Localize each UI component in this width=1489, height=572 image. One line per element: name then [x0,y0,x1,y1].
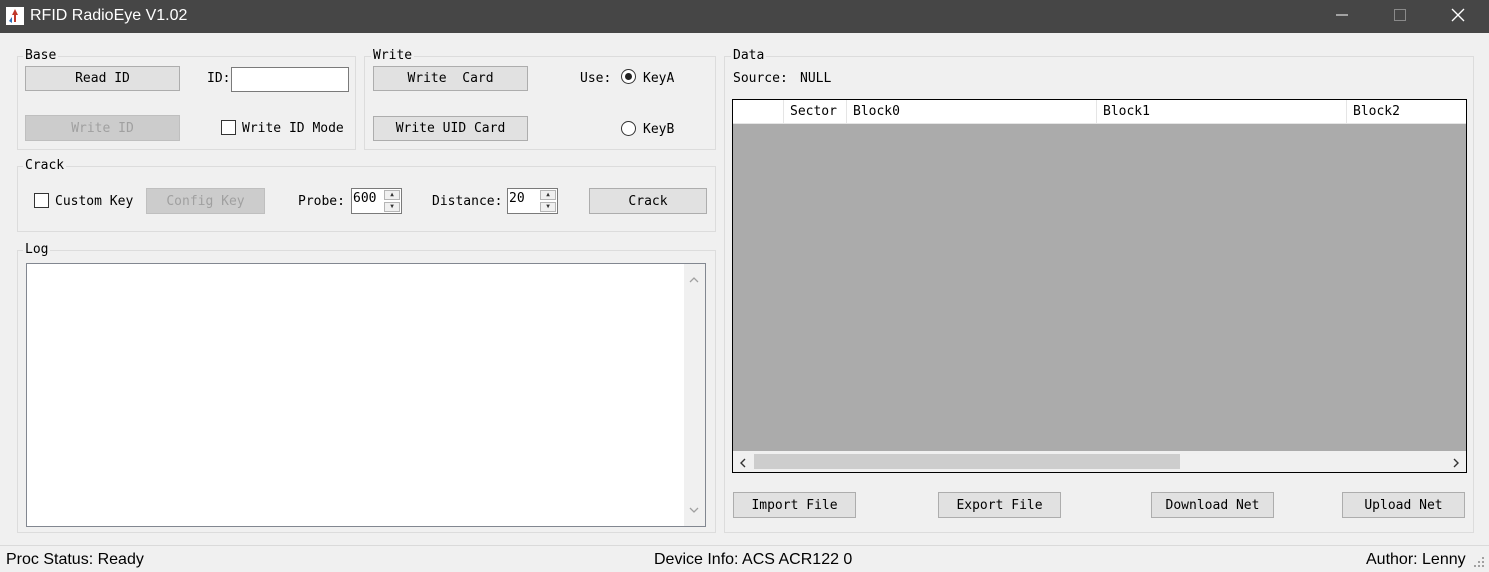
arrow-up-icon: ▲ [546,191,550,198]
title-bar[interactable]: RFID RadioEye V1.02 [0,0,1489,33]
data-group-label: Data [731,48,767,63]
arrow-down-icon: ▼ [390,203,394,210]
scroll-up-arrow-icon[interactable] [689,272,699,287]
read-id-button[interactable]: Read ID [25,66,180,91]
log-group-label: Log [23,242,51,257]
column-header-block1[interactable]: Block1 [1097,100,1347,124]
write-group-label: Write [371,48,415,63]
data-table[interactable]: Sector Block0 Block1 Block2 [732,99,1467,473]
export-file-button[interactable]: Export File [938,492,1061,518]
import-file-button[interactable]: Import File [733,492,856,518]
distance-label: Distance: [432,194,503,209]
config-key-button[interactable]: Config Key [146,188,265,214]
app-icon [6,7,24,25]
keyb-label: KeyB [643,122,675,137]
crack-button[interactable]: Crack [589,188,707,214]
probe-decrement-button[interactable]: ▼ [384,202,400,212]
write-id-mode-label: Write ID Mode [242,121,344,136]
base-group-label: Base [23,48,59,63]
table-horizontal-scrollbar[interactable] [733,451,1466,472]
column-header-sector[interactable]: Sector [784,100,847,124]
write-id-mode-checkbox[interactable] [221,120,236,135]
probe-label: Probe: [298,194,345,209]
use-label: Use: [580,71,612,86]
maximize-icon [1394,8,1406,25]
id-label: ID: [207,71,231,86]
keya-label: KeyA [643,71,675,86]
author-info: Author: Lenny [1366,551,1466,568]
distance-value[interactable]: 20 [509,191,525,206]
close-icon [1451,8,1465,26]
column-header-block2[interactable]: Block2 [1347,100,1466,124]
arrow-up-icon: ▲ [390,191,394,198]
source-value: NULL [800,71,832,86]
probe-value[interactable]: 600 [353,191,376,206]
distance-decrement-button[interactable]: ▼ [540,202,556,212]
log-textarea[interactable] [26,263,706,527]
arrow-down-icon: ▼ [546,203,550,210]
column-header-block0[interactable]: Block0 [847,100,1097,124]
resize-grip-icon[interactable] [1473,556,1485,572]
minimize-button[interactable] [1313,0,1371,33]
device-info: Device Info: ACS ACR122 0 [654,551,853,568]
write-id-button[interactable]: Write ID [25,115,180,141]
distance-spinner[interactable]: 20 ▲ ▼ [507,188,558,214]
scroll-left-arrow-icon[interactable] [739,457,746,472]
window-title: RFID RadioEye V1.02 [30,7,188,24]
table-header: Sector Block0 Block1 Block2 [733,100,1466,124]
maximize-button[interactable] [1371,0,1429,33]
status-bar: Proc Status: Ready Device Info: ACS ACR1… [0,545,1489,572]
keya-radio[interactable] [621,69,636,84]
download-net-button[interactable]: Download Net [1151,492,1274,518]
scrollbar-thumb[interactable] [754,454,1180,469]
id-input[interactable] [231,67,349,92]
scroll-right-arrow-icon[interactable] [1453,457,1460,472]
distance-increment-button[interactable]: ▲ [540,190,556,200]
custom-key-label: Custom Key [55,194,134,209]
probe-increment-button[interactable]: ▲ [384,190,400,200]
scroll-down-arrow-icon[interactable] [689,503,699,518]
close-button[interactable] [1429,0,1487,33]
crack-group-label: Crack [23,158,67,173]
custom-key-checkbox[interactable] [34,193,49,208]
upload-net-button[interactable]: Upload Net [1342,492,1465,518]
column-header-row-index[interactable] [733,100,784,124]
log-vertical-scrollbar[interactable] [684,264,705,526]
proc-status: Proc Status: Ready [6,551,144,568]
probe-spinner[interactable]: 600 ▲ ▼ [351,188,402,214]
write-uid-card-button[interactable]: Write UID Card [373,116,528,141]
write-card-button[interactable]: Write Card [373,66,528,91]
source-label: Source: [733,71,788,86]
keyb-radio[interactable] [621,121,636,136]
minimize-icon [1336,9,1348,25]
